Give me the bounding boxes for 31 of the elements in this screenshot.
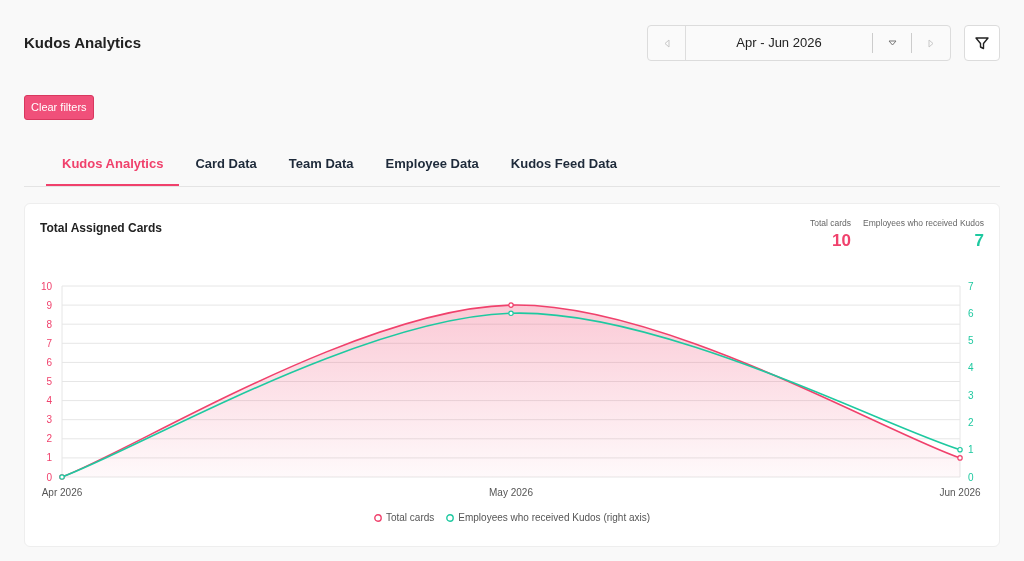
legend-label: Total cards — [385, 511, 435, 525]
axis-label: 3 — [968, 389, 974, 401]
legend-label: Employees who received Kudos (right axis) — [458, 511, 651, 525]
stat-label: Employees who received Kudos — [863, 217, 984, 230]
axis-label: 8 — [46, 318, 52, 330]
axis-label: 7 — [968, 280, 974, 292]
axis-label: 4 — [46, 395, 52, 407]
stat-value: 10 — [832, 229, 852, 252]
stat-label: Total cards — [809, 217, 852, 230]
axis-label: 5 — [46, 376, 52, 387]
axis-label: 1 — [968, 444, 974, 456]
axis-label: Apr 2026 — [41, 487, 83, 498]
axis-label: 0 — [968, 471, 974, 483]
axis-label: 2 — [46, 433, 52, 445]
axis-label: 0 — [46, 471, 52, 483]
axis-label: 7 — [46, 337, 52, 349]
axis-label: 2 — [968, 416, 974, 428]
axis-label: 3 — [46, 414, 52, 426]
axis-label: 6 — [968, 307, 974, 319]
axis-label: 4 — [968, 362, 974, 374]
date-range-label: Apr - Jun 2026 — [735, 34, 823, 53]
axis-label: 6 — [46, 356, 52, 368]
axis-label: 10 — [40, 280, 52, 292]
axis-label: May 2026 — [489, 487, 533, 498]
page-title: Kudos Analytics — [24, 32, 141, 53]
axis-label: 1 — [46, 452, 52, 464]
axis-label: 5 — [968, 335, 974, 347]
axis-label: Jun 2026 — [939, 487, 981, 498]
card-title: Total Assigned Cards — [40, 220, 163, 237]
stat-value: 7 — [974, 229, 984, 252]
axis-label: 9 — [46, 299, 52, 311]
